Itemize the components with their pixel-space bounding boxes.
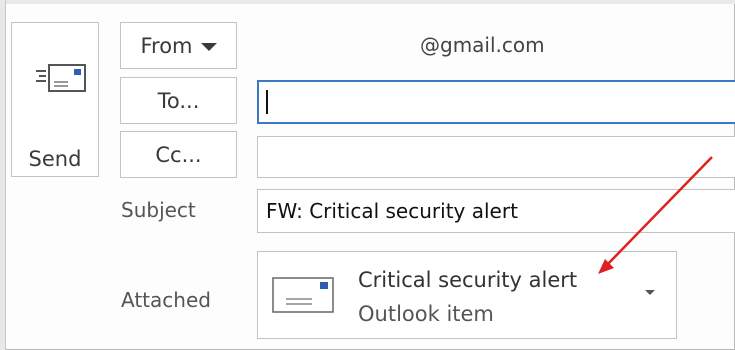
send-envelope-icon [34,63,90,107]
window-top-border [0,0,735,4]
attached-label: Attached [121,288,211,312]
from-label: From [140,33,193,58]
attachment-item[interactable]: Critical security alert Outlook item [257,251,677,339]
to-field[interactable] [257,80,735,124]
subject-label: Subject [121,198,196,222]
envelope-icon [272,277,334,317]
cc-button[interactable]: Cc... [120,131,237,178]
attachment-dropdown-icon[interactable] [645,290,655,295]
attachment-type: Outlook item [358,302,494,326]
chevron-down-icon [200,42,217,51]
from-account: @gmail.com [420,33,545,57]
cc-field[interactable] [257,136,735,178]
to-label: To... [157,88,200,113]
from-button[interactable]: From [120,22,237,69]
cc-label: Cc... [155,142,202,167]
text-cursor [266,90,268,114]
send-label: Send [28,147,82,171]
subject-value: FW: Critical security alert [266,199,518,223]
to-button[interactable]: To... [120,77,237,124]
subject-field[interactable]: FW: Critical security alert [257,189,735,233]
attachment-name: Critical security alert [358,268,578,292]
window-left-border [0,0,6,350]
send-button[interactable]: Send [11,22,99,177]
